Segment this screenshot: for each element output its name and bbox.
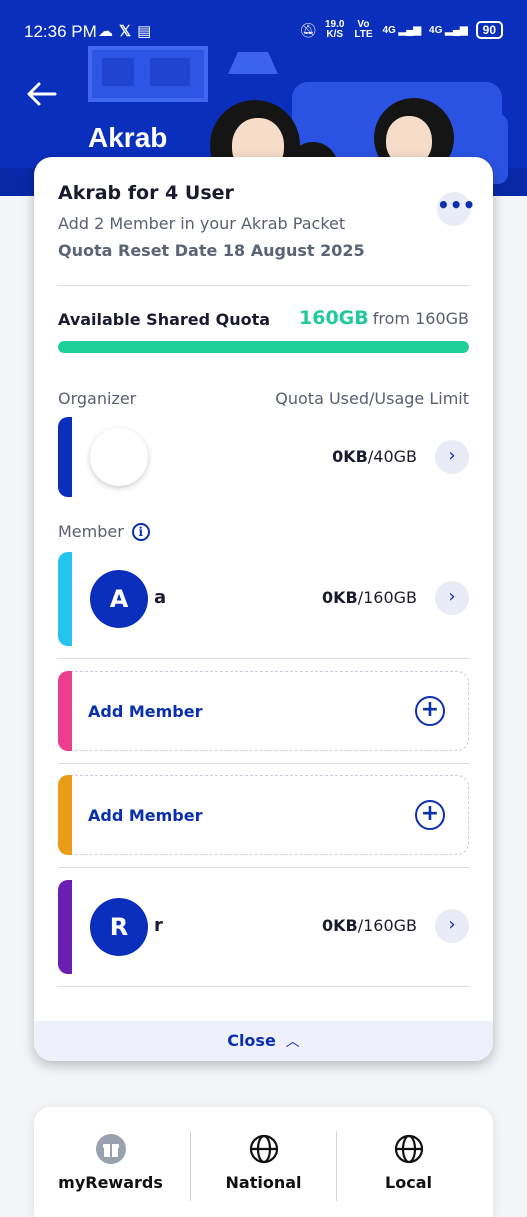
chevron-right-icon: › xyxy=(448,586,456,607)
more-horizontal-icon: ••• xyxy=(437,193,476,217)
nav-label: National xyxy=(225,1173,302,1192)
shared-quota-value: 160GB from 160GB xyxy=(299,307,469,329)
package-title: Akrab for 4 User xyxy=(58,182,234,204)
page-title: Akrab xyxy=(88,122,168,153)
status-time: 12:36 PM xyxy=(24,22,97,41)
akrab-package-card: Akrab for 4 User Add 2 Member in your Ak… xyxy=(34,157,493,1061)
add-circle-icon[interactable]: + xyxy=(415,696,445,726)
x-icon: 𝕏 xyxy=(119,23,138,40)
nav-label: myRewards xyxy=(58,1173,163,1192)
nav-item-national[interactable]: National xyxy=(187,1107,340,1217)
chevron-up-icon: ︿ xyxy=(285,1034,300,1050)
organizer-stripe xyxy=(58,417,72,497)
add-slot-stripe xyxy=(58,775,72,855)
back-button[interactable] xyxy=(24,76,60,112)
nav-item-myrewards[interactable]: myRewards xyxy=(34,1107,187,1217)
bell-muted-icon: 🔕︎ xyxy=(299,21,317,38)
add-member-label: Add Member xyxy=(88,806,203,825)
arrow-left-icon xyxy=(27,82,57,106)
member-usage: 0KB/160GB xyxy=(321,916,417,935)
member-name: a xyxy=(154,587,167,608)
status-bar: 12:36 PM ☁𝕏▤ 🔕︎ 19.0 K/S Vo LTE 4G ▂▄▆ 4… xyxy=(0,0,527,64)
close-button[interactable]: Close ︿ xyxy=(34,1021,493,1061)
member-row[interactable]: A a 0KB/160GB › xyxy=(58,552,469,646)
member-row[interactable]: R r 0KB/160GB › xyxy=(58,880,469,974)
member-heading: Member i xyxy=(58,522,150,541)
divider xyxy=(58,986,469,987)
signal-icon-1: 4G ▂▄▆ xyxy=(382,24,422,36)
package-subtitle: Add 2 Member in your Akrab Packet xyxy=(58,214,346,233)
member-detail-button[interactable]: › xyxy=(435,581,469,615)
battery-icon: 90 xyxy=(475,21,503,39)
add-circle-icon[interactable]: + xyxy=(415,800,445,830)
globe-icon xyxy=(249,1134,279,1164)
add-member-slot[interactable]: Add Member + xyxy=(58,775,469,855)
nav-item-local[interactable]: Local xyxy=(332,1107,485,1217)
member-name: r xyxy=(154,915,163,936)
status-right: 🔕︎ 19.0 K/S Vo LTE 4G ▂▄▆ 4G ▂▄▆ 90 xyxy=(299,20,503,40)
member-detail-button[interactable]: › xyxy=(435,909,469,943)
quota-total: from 160GB xyxy=(372,309,469,328)
nav-label: Local xyxy=(385,1173,432,1192)
member-usage: 0KB/160GB xyxy=(321,588,417,607)
organizer-heading: Organizer xyxy=(58,389,137,408)
message-icon: ▤ xyxy=(137,23,158,40)
add-member-slot[interactable]: Add Member + xyxy=(58,671,469,751)
close-label: Close xyxy=(227,1031,276,1050)
volte-label: Vo LTE xyxy=(354,19,373,40)
avatar xyxy=(90,428,148,486)
member-stripe xyxy=(58,880,72,974)
quota-progress-bar xyxy=(58,341,469,353)
divider xyxy=(58,658,469,659)
member-stripe xyxy=(58,552,72,646)
notification-icons: ☁𝕏▤ xyxy=(98,22,157,40)
quota-progress-fill xyxy=(58,341,469,353)
signal-icon-2: 4G ▂▄▆ xyxy=(429,24,468,36)
bottom-navigation: myRewards National Local xyxy=(34,1107,493,1217)
avatar: R xyxy=(90,898,148,956)
globe-icon xyxy=(394,1134,424,1164)
usage-column-heading: Quota Used/Usage Limit xyxy=(275,389,469,408)
organizer-usage: 0KB/40GB xyxy=(332,447,417,466)
quota-reset-date: Quota Reset Date 18 August 2025 xyxy=(58,241,365,260)
gift-icon xyxy=(96,1134,126,1164)
network-speed: 19.0 K/S xyxy=(324,19,345,40)
shared-quota-label: Available Shared Quota xyxy=(58,310,271,329)
divider xyxy=(58,867,469,868)
chevron-right-icon: › xyxy=(448,445,456,466)
add-slot-stripe xyxy=(58,671,72,751)
cloud-icon: ☁ xyxy=(98,23,119,40)
info-icon[interactable]: i xyxy=(131,522,150,541)
avatar: A xyxy=(90,570,148,628)
organizer-detail-button[interactable]: › xyxy=(435,440,469,474)
divider xyxy=(58,285,469,286)
add-member-label: Add Member xyxy=(88,702,203,721)
chevron-right-icon: › xyxy=(448,914,456,935)
available-quota: 160GB xyxy=(299,307,369,329)
divider xyxy=(58,763,469,764)
more-options-button[interactable]: ••• xyxy=(437,192,475,226)
organizer-row[interactable]: 0KB/40GB › xyxy=(58,417,469,497)
